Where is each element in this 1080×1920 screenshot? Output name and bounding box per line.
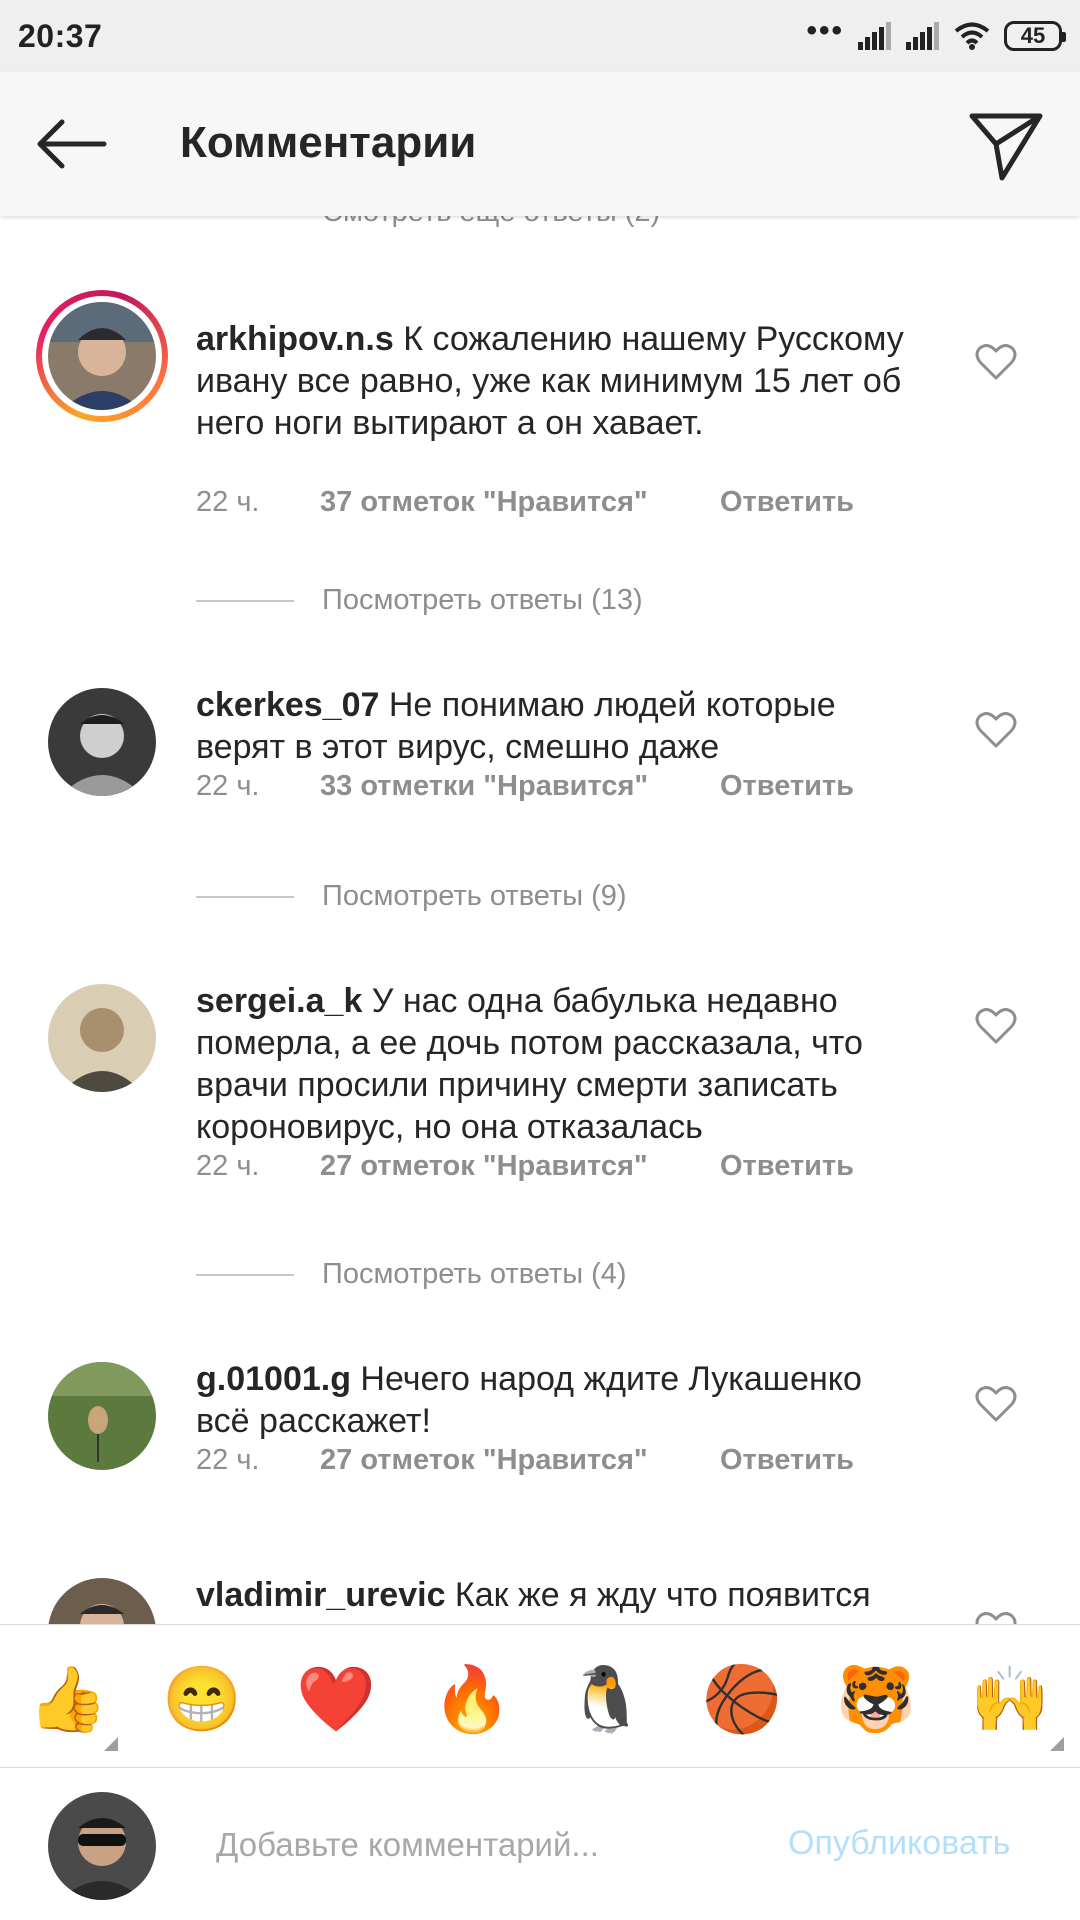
more-dots-icon: ••• <box>806 14 844 47</box>
replies-label: Смотреть ещё ответы (2) <box>322 216 660 229</box>
avatar[interactable] <box>48 688 156 796</box>
avatar[interactable] <box>48 1578 156 1624</box>
comment-time: 22 ч. <box>196 486 260 518</box>
signal-icon-2 <box>906 22 939 50</box>
comment-text: vladimir_urevic Как же я жду что появитс… <box>196 1574 916 1616</box>
comment-text: ckerkes_07 Не понимаю людей которые веря… <box>196 684 916 768</box>
page-title: Комментарии <box>180 118 477 167</box>
comment-text: g.01001.g Нечего народ ждите Лукашенко в… <box>196 1358 916 1442</box>
basketball-emoji[interactable]: 🏀 <box>702 1659 782 1739</box>
signal-icon <box>858 22 891 50</box>
comment-meta: 22 ч. 37 отметок "Нравится" Ответить <box>196 486 854 519</box>
comment-time: 22 ч. <box>196 1150 260 1182</box>
skin-tone-indicator <box>104 1737 118 1751</box>
emoji-bar: 👍 😁 ❤️ 🔥 🐧 🏀 🐯 🙌 <box>0 1624 1080 1768</box>
comment-input[interactable] <box>214 1814 758 1876</box>
comment-meta: 22 ч. 33 отметки "Нравится" Ответить <box>196 770 854 803</box>
comment-composer: Опубликовать <box>0 1768 1080 1920</box>
replies-label: Посмотреть ответы (9) <box>322 880 627 912</box>
comment-time: 22 ч. <box>196 1444 260 1476</box>
comment-username[interactable]: arkhipov.n.s <box>196 320 394 358</box>
tiger-face-emoji[interactable]: 🐯 <box>836 1659 916 1739</box>
status-bar: 20:37 ••• 45 <box>0 0 1080 72</box>
heart-icon[interactable] <box>974 1382 1018 1426</box>
direct-send-icon[interactable] <box>966 108 1046 182</box>
comment-likes[interactable]: 27 отметок "Нравится" <box>320 1150 720 1183</box>
view-replies[interactable]: Посмотреть ответы (4) <box>196 1258 627 1291</box>
comment-username[interactable]: g.01001.g <box>196 1360 351 1398</box>
comment-username[interactable]: vladimir_urevic <box>196 1576 445 1614</box>
view-replies[interactable]: Посмотреть ответы (9) <box>196 880 627 913</box>
replies-label: Посмотреть ответы (13) <box>322 584 643 616</box>
publish-button[interactable]: Опубликовать <box>788 1824 1010 1863</box>
reply-button[interactable]: Ответить <box>720 1150 854 1183</box>
view-replies[interactable]: Посмотреть ответы (13) <box>196 584 643 617</box>
comments-list: Смотреть ещё ответы (2) arkhipov.n.s К с… <box>0 216 1080 1624</box>
battery-icon: 45 <box>1004 21 1066 51</box>
status-time: 20:37 <box>18 17 103 54</box>
heart-icon[interactable] <box>974 1004 1018 1048</box>
heart-icon[interactable] <box>974 1608 1018 1624</box>
reply-button[interactable]: Ответить <box>720 486 854 519</box>
fire-emoji[interactable]: 🔥 <box>432 1659 512 1739</box>
replies-divider <box>196 599 294 602</box>
story-ring[interactable] <box>36 290 168 422</box>
comment-likes[interactable]: 27 отметок "Нравится" <box>320 1444 720 1477</box>
penguin-emoji[interactable]: 🐧 <box>566 1659 646 1739</box>
back-arrow-icon[interactable] <box>32 114 112 174</box>
comment-meta: 22 ч. 27 отметок "Нравится" Ответить <box>196 1150 854 1183</box>
comment-time: 22 ч. <box>196 770 260 802</box>
view-more-replies[interactable]: Смотреть ещё ответы (2) <box>196 216 660 229</box>
comment-text: arkhipov.n.s К сожалению нашему Русскому… <box>196 318 916 444</box>
comment-username[interactable]: sergei.a_k <box>196 982 362 1020</box>
red-heart-emoji[interactable]: ❤️ <box>296 1659 376 1739</box>
avatar[interactable] <box>48 1362 156 1470</box>
comment-likes[interactable]: 37 отметок "Нравится" <box>320 486 720 519</box>
raising-hands-emoji[interactable]: 🙌 <box>970 1659 1050 1739</box>
replies-divider <box>196 895 294 898</box>
comment-username[interactable]: ckerkes_07 <box>196 686 379 724</box>
avatar[interactable] <box>48 984 156 1092</box>
own-avatar <box>48 1792 156 1900</box>
reply-button[interactable]: Ответить <box>720 1444 854 1477</box>
wifi-icon <box>954 22 990 50</box>
comment-meta: 22 ч. 27 отметок "Нравится" Ответить <box>196 1444 854 1477</box>
skin-tone-indicator <box>1050 1737 1064 1751</box>
thumbs-up-emoji[interactable]: 👍 <box>28 1659 108 1739</box>
grinning-face-emoji[interactable]: 😁 <box>162 1659 242 1739</box>
avatar <box>48 302 156 410</box>
comment-message: Как же я жду что появится <box>445 1576 871 1614</box>
battery-level: 45 <box>1020 23 1046 48</box>
status-icons: ••• 45 <box>806 14 1066 51</box>
heart-icon[interactable] <box>974 340 1018 384</box>
heart-icon[interactable] <box>974 708 1018 752</box>
header: Комментарии <box>0 72 1080 216</box>
replies-divider <box>196 1273 294 1276</box>
replies-label: Посмотреть ответы (4) <box>322 1258 627 1290</box>
comment-likes[interactable]: 33 отметки "Нравится" <box>320 770 720 803</box>
comment-text: sergei.a_k У нас одна бабулька недавно п… <box>196 980 916 1148</box>
reply-button[interactable]: Ответить <box>720 770 854 803</box>
